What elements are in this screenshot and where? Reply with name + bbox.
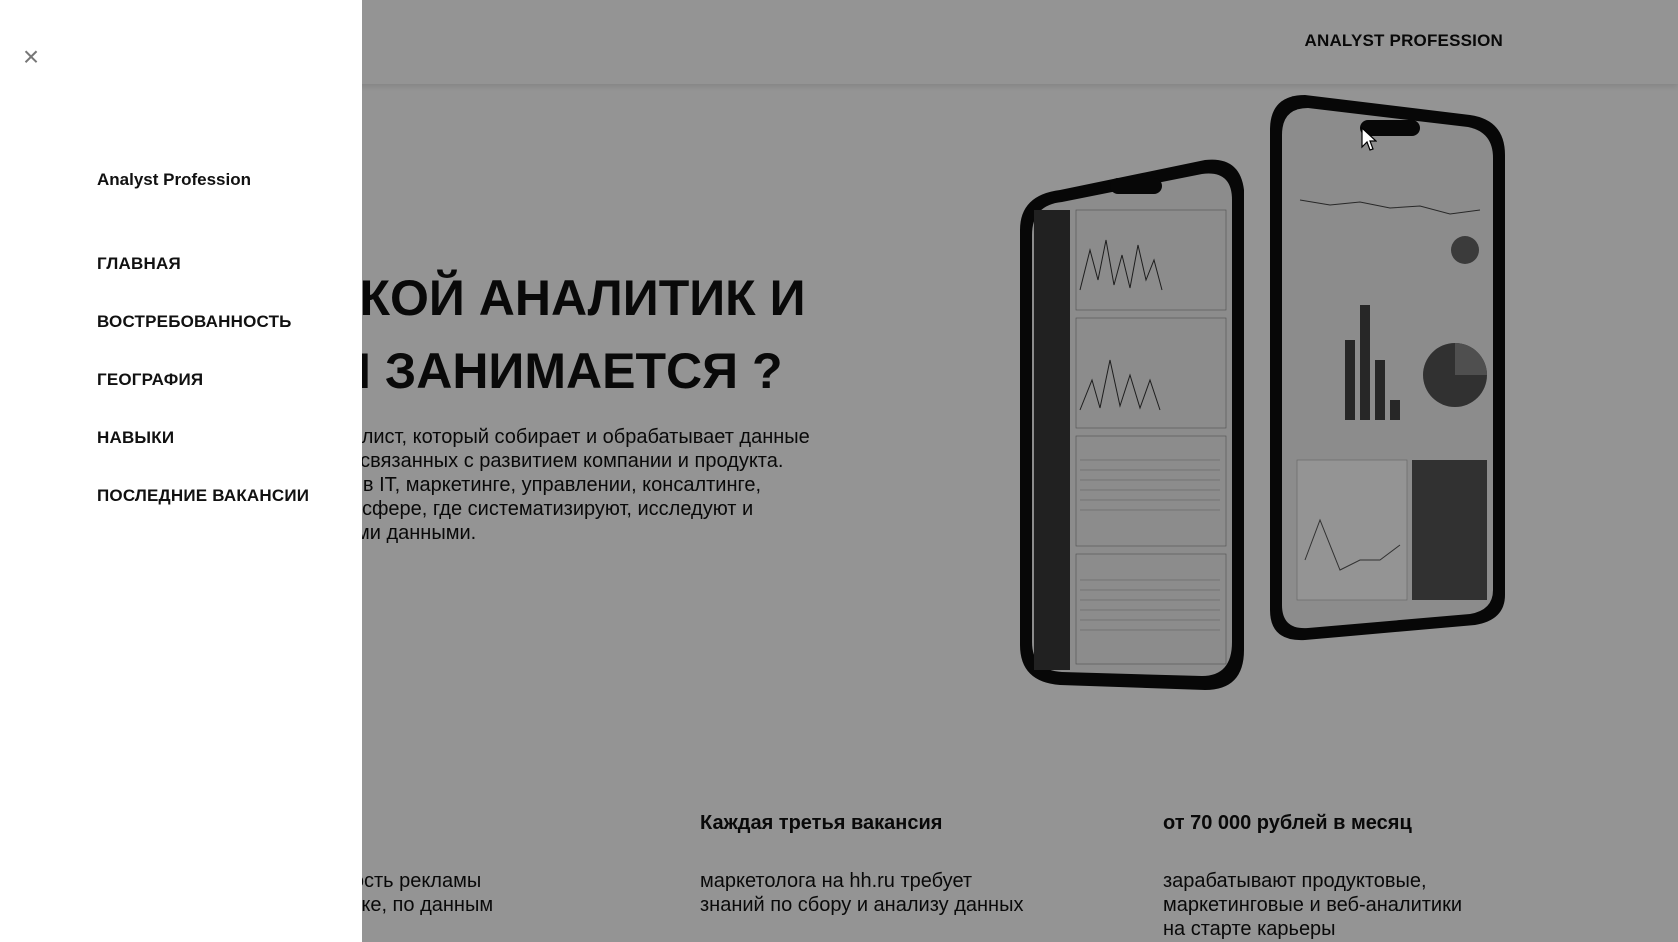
menu-item-geography: ГЕОГРАФИЯ — [97, 370, 309, 428]
menu-link-geography[interactable]: ГЕОГРАФИЯ — [97, 370, 203, 389]
mouse-cursor-icon — [1361, 127, 1377, 151]
menu-item-demand: ВОСТРЕБОВАННОСТЬ — [97, 312, 309, 370]
menu-link-demand[interactable]: ВОСТРЕБОВАННОСТЬ — [97, 312, 292, 331]
menu-link-vacancies[interactable]: ПОСЛЕДНИЕ ВАКАНСИИ — [97, 486, 309, 505]
menu-item-main: ГЛАВНАЯ — [97, 254, 309, 312]
menu-link-main[interactable]: ГЛАВНАЯ — [97, 254, 181, 273]
drawer-nav: ГЛАВНАЯ ВОСТРЕБОВАННОСТЬ ГЕОГРАФИЯ НАВЫК… — [97, 254, 309, 544]
menu-item-vacancies: ПОСЛЕДНИЕ ВАКАНСИИ — [97, 486, 309, 544]
drawer-brand[interactable]: Analyst Profession — [97, 170, 251, 190]
menu-link-skills[interactable]: НАВЫКИ — [97, 428, 174, 447]
side-drawer-menu: × Analyst Profession ГЛАВНАЯ ВОСТРЕБОВАН… — [0, 0, 362, 942]
menu-item-skills: НАВЫКИ — [97, 428, 309, 486]
close-icon[interactable]: × — [18, 43, 44, 71]
